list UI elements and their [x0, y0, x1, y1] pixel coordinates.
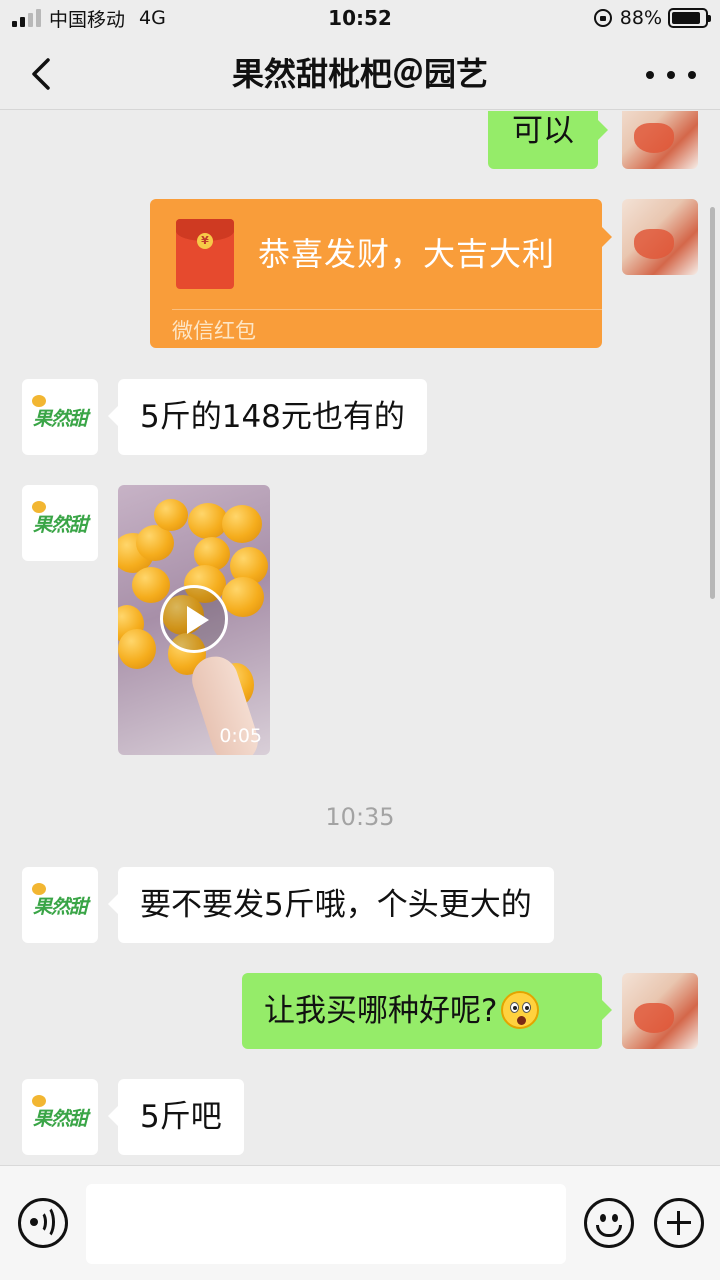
- message-bubble[interactable]: 让我买哪种好呢?: [242, 973, 612, 1049]
- video-duration: 0:05: [219, 725, 262, 747]
- shop-avatar[interactable]: 果然甜: [22, 867, 98, 943]
- message-input[interactable]: [86, 1184, 566, 1264]
- message-text: 要不要发5斤哦，个头更大的: [140, 887, 532, 923]
- self-avatar[interactable]: [622, 973, 698, 1049]
- red-packet-greeting: 恭喜发财，大吉大利: [258, 235, 556, 273]
- plus-button[interactable]: [654, 1198, 704, 1248]
- self-avatar[interactable]: [622, 111, 698, 169]
- emoji-icon: [600, 1214, 606, 1222]
- shop-avatar[interactable]: 果然甜: [22, 1079, 98, 1155]
- message-bubble[interactable]: 5斤的148元也有的: [108, 379, 427, 455]
- shop-avatar[interactable]: 果然甜: [22, 485, 98, 561]
- message-timestamp: 10:35: [325, 803, 395, 831]
- message-text: 可以: [512, 113, 574, 149]
- message-text: 让我买哪种好呢?: [264, 993, 498, 1029]
- red-packet-message[interactable]: ¥ 恭喜发财，大吉大利 微信红包: [150, 199, 612, 348]
- message-bubble[interactable]: 要不要发5斤哦，个头更大的: [108, 867, 554, 943]
- status-bar: 中国移动 4G 10:52 88%: [0, 0, 720, 38]
- shop-logo: 果然甜: [32, 407, 88, 430]
- self-avatar[interactable]: [622, 199, 698, 275]
- message-bubble[interactable]: 5斤吧: [108, 1079, 244, 1155]
- battery-icon: [668, 8, 711, 28]
- play-icon[interactable]: [160, 585, 228, 653]
- red-packet-label: 微信红包: [172, 319, 256, 343]
- surprised-face-icon: [501, 990, 540, 1029]
- voice-button[interactable]: [18, 1198, 68, 1248]
- more-dots-icon: [646, 71, 654, 79]
- red-packet-icon: ¥: [176, 219, 234, 289]
- message-text: 5斤吧: [140, 1099, 222, 1135]
- message-bubble[interactable]: 可以: [488, 111, 608, 169]
- emoji-button[interactable]: [584, 1198, 634, 1248]
- shop-avatar[interactable]: 果然甜: [22, 379, 98, 455]
- scrollbar[interactable]: [710, 207, 715, 599]
- message-list[interactable]: 可以 ¥ 恭喜发财，大吉大利 微信红包 果然甜 5斤的148元也有的 果然甜 0…: [0, 111, 720, 1165]
- more-options-button[interactable]: [646, 60, 696, 90]
- orientation-lock-icon: [593, 9, 612, 27]
- video-message[interactable]: 0:05: [118, 485, 270, 755]
- chat-header: 果然甜枇杷＠园艺: [0, 38, 720, 110]
- chat-title: 果然甜枇杷＠园艺: [231, 55, 488, 93]
- message-text: 5斤的148元也有的: [140, 399, 405, 435]
- battery-percent: 88%: [619, 7, 662, 29]
- input-bar: [0, 1165, 720, 1280]
